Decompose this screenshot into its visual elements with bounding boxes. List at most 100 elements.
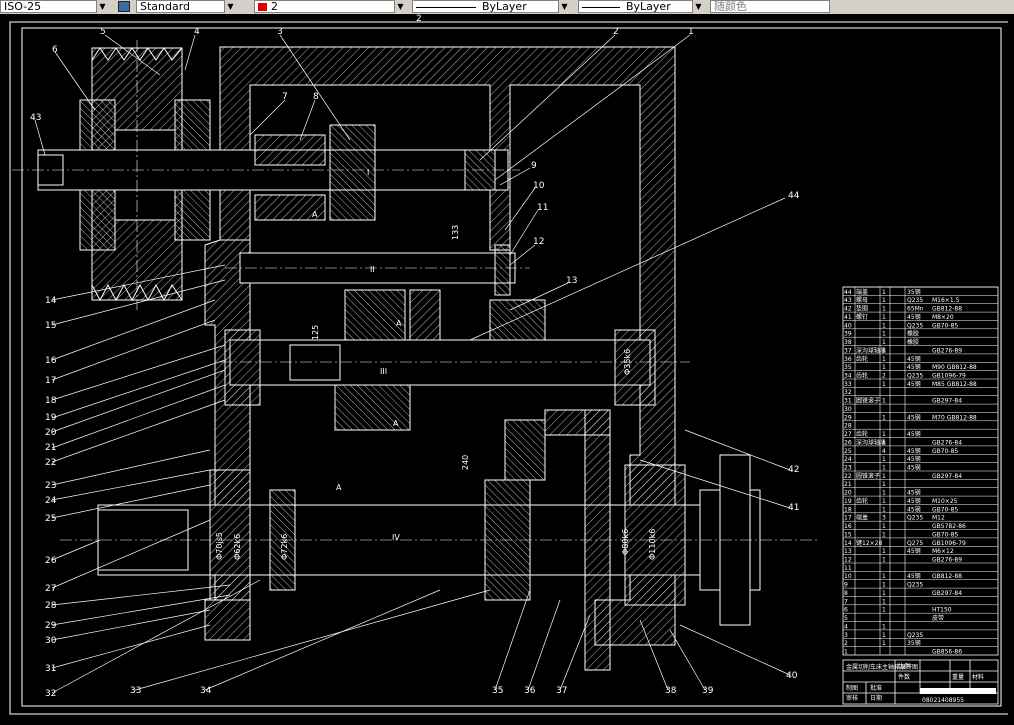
bom-cell: 皮带 (932, 614, 944, 622)
gears-and-bearings (209, 124, 686, 671)
balloon-2: 2 (613, 27, 619, 37)
bom-cell: 18 (844, 506, 852, 513)
bom-cell: M10×25 (932, 498, 958, 505)
bom-cell: 圆锥滚子 (856, 397, 880, 405)
bom-cell: 35钢 (907, 639, 921, 647)
bom-cell: GB70-85 (932, 322, 958, 329)
balloon-16: 16 (45, 356, 57, 366)
balloon-33: 33 (130, 686, 141, 696)
bom-cell: 45钢 (907, 380, 921, 388)
bom-cell: 1 (882, 640, 886, 647)
bom-cell: 4 (844, 623, 848, 630)
bom-cell: 31 (844, 398, 852, 405)
bill-of-materials: 44 端盖 1 35钢43 螺母 1 Q235 M16×1.542 垫圈 1 65Mn GB812-8… (842, 286, 999, 656)
chevron-down-icon[interactable]: ▼ (96, 0, 108, 13)
bom-cell: 45钢 (907, 447, 921, 455)
bom-cell: 40 (844, 322, 852, 329)
bom-cell: 端盖 (856, 514, 868, 522)
bom-cell: Q235 (907, 632, 923, 639)
dim-label: 240 (461, 455, 470, 470)
lineweight-select[interactable]: ByLayer (578, 0, 704, 13)
bom-cell: GB297-84 (932, 590, 962, 597)
bom-cell: 45钢 (907, 497, 921, 505)
bom-cell: 45钢 (907, 572, 921, 580)
bom-cell: 1 (882, 548, 886, 555)
dim-label: Φ80k6 (621, 529, 630, 555)
bom-cell: 1 (882, 456, 886, 463)
textstyle-select[interactable]: Standard (136, 0, 236, 13)
shaft-label-iii: III (380, 367, 387, 376)
balloon-36: 36 (524, 686, 536, 696)
bom-cell: 1 (882, 331, 886, 338)
balloon-11: 11 (537, 203, 548, 213)
bom-cell: M12 (932, 515, 945, 522)
bom-cell: 1 (882, 289, 886, 296)
layer-select[interactable]: 2 (254, 0, 406, 13)
balloon-40: 40 (786, 671, 798, 681)
chevron-down-icon[interactable]: ▼ (224, 0, 236, 13)
bom-cell: 齿轮 (856, 355, 868, 363)
bom-cell: 1 (882, 356, 886, 363)
bom-cell: 1 (882, 481, 886, 488)
bom-cell: 6 (844, 607, 848, 614)
bom-cell: 1 (882, 598, 886, 605)
bom-cell: 27 (844, 431, 852, 438)
bom-cell: 34 (844, 373, 852, 380)
bom-cell: GB70-85 (932, 448, 958, 455)
shaft-label-ii: II (370, 265, 375, 274)
bom-cell: 1 (882, 322, 886, 329)
drawing-canvas[interactable]: 2 5 4 3 2 1 6 43 7 8 14 15 16 17 18 19 2… (0, 14, 1014, 721)
bom-cell: Q235 (907, 297, 923, 304)
bom-cell: GB297-84 (932, 398, 962, 405)
section-mark: A (396, 319, 402, 328)
bom-cell: GB297-84 (932, 473, 962, 480)
balloon-28: 28 (45, 601, 57, 611)
layer-color-swatch (258, 3, 267, 11)
bom-cell: 1 (882, 465, 886, 472)
balloon-17: 17 (45, 376, 56, 386)
chevron-down-icon[interactable]: ▼ (558, 0, 570, 13)
bom-cell: GB5782-86 (932, 523, 966, 530)
linetype-preview (416, 6, 476, 8)
balloon-39: 39 (702, 686, 714, 696)
chevron-down-icon[interactable]: ▼ (394, 0, 406, 13)
shaft-label-i: I (367, 168, 369, 177)
chevron-down-icon[interactable]: ▼ (692, 0, 704, 13)
balloon-44: 44 (788, 191, 800, 201)
bom-cell: GB276-84 (932, 439, 962, 446)
bom-cell: 16 (844, 523, 852, 530)
bom-cell: 1 (882, 306, 886, 313)
dimstyle-select[interactable]: ISO-25 (0, 0, 108, 13)
bom-cell: 1 (882, 573, 886, 580)
balloon-5: 5 (100, 27, 106, 37)
bom-cell: 65Mn (907, 306, 924, 313)
bom-cell: 1 (882, 414, 886, 421)
balloon-4: 4 (194, 27, 200, 37)
bom-cell: 29 (844, 414, 852, 421)
dim-label: 133 (451, 225, 460, 240)
textstyle-icon[interactable] (118, 1, 130, 12)
bom-cell: 41 (844, 314, 852, 321)
bom-cell: M85 GB812-88 (932, 381, 977, 388)
bom-cell: 28 (844, 423, 852, 430)
bom-cell: 垫圈 (856, 305, 868, 313)
bom-cell: 9 (844, 582, 848, 589)
bom-cell: GB70-85 (932, 506, 958, 513)
bom-cell: GB276-89 (932, 557, 962, 564)
balloon-43: 43 (30, 113, 41, 123)
drawing-number: 08021408955 (922, 697, 964, 704)
bom-cell: 23 (844, 465, 852, 472)
plotstyle-select: 随颜色 (710, 0, 830, 13)
bom-cell: 32 (844, 389, 852, 396)
right-edge (1008, 14, 1014, 721)
linetype-select[interactable]: ByLayer (412, 0, 570, 13)
bom-cell: 15 (844, 531, 852, 538)
title-block-text: 金属切削车床主轴箱展开图 制图 审核 批准 日期 比例 件数 重量 材料 080… (846, 662, 984, 704)
tb-col-label: 材料 (972, 673, 984, 681)
bom-cell: 1 (882, 473, 886, 480)
bom-cell: 1 (882, 297, 886, 304)
balloon-13: 13 (566, 276, 577, 286)
balloon-14: 14 (45, 296, 57, 306)
balloon-29: 29 (45, 621, 57, 631)
balloon-9: 9 (531, 161, 537, 171)
